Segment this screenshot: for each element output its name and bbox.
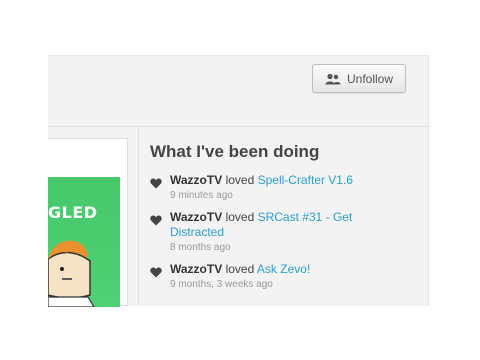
heart-icon (150, 210, 170, 254)
activity-user[interactable]: WazzoTV (170, 173, 222, 187)
activity-user[interactable]: WazzoTV (170, 262, 222, 276)
profile-header: Unfollow (48, 56, 428, 127)
heart-icon (150, 262, 170, 291)
activity-feed: What I've been doing WazzoTV loved Spell… (150, 142, 400, 299)
unfollow-label: Unfollow (346, 71, 394, 86)
activity-verb: loved (225, 210, 255, 224)
activity-target-link[interactable]: Spell-Crafter V1.6 (258, 173, 353, 187)
activity-item: WazzoTV loved Ask Zevo! 9 months, 3 week… (150, 262, 400, 291)
profile-panel: Unfollow GLED What I've been doing Wazzo… (48, 55, 429, 307)
activity-timestamp: 9 minutes ago (170, 190, 233, 201)
column-divider (138, 126, 139, 306)
activity-timestamp: 8 months ago (170, 242, 231, 253)
user-group-icon (325, 73, 341, 85)
activity-item: WazzoTV loved Spell-Crafter V1.6 9 minut… (150, 173, 400, 202)
featured-card[interactable]: GLED (48, 138, 128, 307)
thumbnail-caption: GLED (48, 203, 98, 222)
cartoon-character-image (48, 240, 95, 307)
activity-user[interactable]: WazzoTV (170, 210, 222, 224)
featured-thumbnail[interactable]: GLED (48, 177, 120, 307)
activity-title: What I've been doing (150, 142, 320, 161)
activity-timestamp: 9 months, 3 weeks ago (170, 279, 273, 290)
activity-target-link[interactable]: Ask Zevo! (257, 262, 310, 276)
activity-verb: loved (225, 173, 255, 187)
heart-icon (150, 173, 170, 202)
activity-verb: loved (225, 262, 255, 276)
unfollow-button[interactable]: Unfollow (312, 64, 406, 93)
activity-item: WazzoTV loved SRCast #31 - Get Distracte… (150, 210, 400, 254)
